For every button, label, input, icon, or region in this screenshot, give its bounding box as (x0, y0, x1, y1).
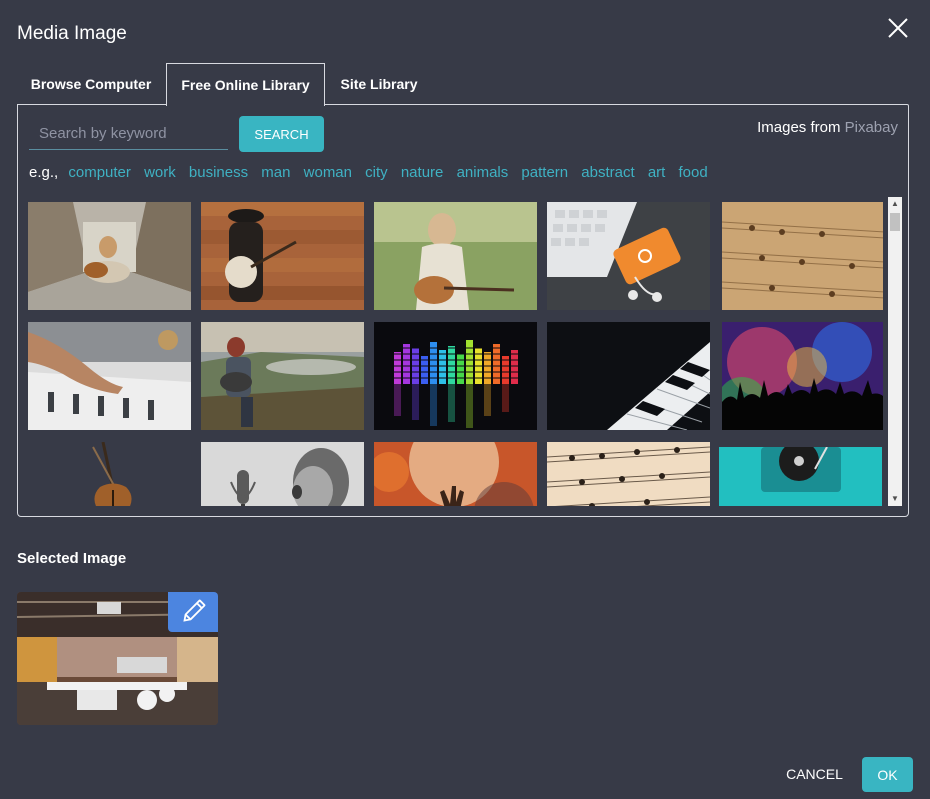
man-with-banjo-wood-wall-image[interactable] (201, 202, 364, 310)
man-with-guitar-on-rock-image[interactable] (201, 322, 364, 430)
source-link[interactable]: Pixabay (845, 119, 898, 136)
image-grid (28, 201, 883, 506)
ok-button[interactable]: OK (862, 757, 913, 792)
keyword-link[interactable]: work (144, 164, 176, 181)
equalizer-bars-image[interactable] (374, 322, 537, 430)
scroll-thumb[interactable] (890, 213, 900, 231)
sheet-music-parchment-image[interactable] (722, 202, 883, 310)
keyboard-phone-earphones-image[interactable] (547, 202, 710, 310)
keyword-link[interactable]: nature (401, 164, 444, 181)
keyword-link[interactable]: man (261, 164, 290, 181)
scroll-down-icon[interactable]: ▼ (888, 493, 902, 505)
mixing-console-hand-image[interactable] (28, 322, 191, 430)
close-icon[interactable] (884, 14, 912, 42)
keyword-link[interactable]: food (679, 164, 708, 181)
boy-singing-microphone-image[interactable] (201, 442, 364, 506)
piano-keys-image[interactable] (547, 322, 710, 430)
source-prefix: Images from (757, 119, 841, 136)
example-keywords: e.g., computer work business man woman c… (29, 164, 717, 181)
image-source: Images from Pixabay (757, 119, 898, 136)
tab-browse-computer[interactable]: Browse Computer (17, 63, 165, 105)
keyword-link[interactable]: abstract (581, 164, 634, 181)
concert-crowd-silhouette-image[interactable] (722, 322, 883, 430)
keyword-link[interactable]: business (189, 164, 248, 181)
library-panel: SEARCH Images from Pixabay e.g., compute… (17, 104, 909, 517)
tab-free-online-library[interactable]: Free Online Library (166, 63, 325, 106)
woman-with-guitar-on-bridge-image[interactable] (28, 202, 191, 310)
image-grid-scrollbar[interactable]: ▲ ▼ (888, 197, 902, 506)
search-input[interactable] (29, 118, 228, 150)
woman-with-guitar-in-field-image[interactable] (374, 202, 537, 310)
cancel-button[interactable]: CANCEL (782, 757, 847, 791)
examples-label: e.g., (29, 164, 59, 181)
selected-image-heading: Selected Image (17, 550, 127, 567)
keyword-link[interactable]: city (365, 164, 388, 181)
concert-hands-lights-image[interactable] (374, 442, 537, 506)
keyword-link[interactable]: woman (304, 164, 352, 181)
keyword-link[interactable]: computer (68, 164, 131, 181)
scroll-up-icon[interactable]: ▲ (888, 198, 902, 210)
keyword-link[interactable]: art (648, 164, 666, 181)
keyword-link[interactable]: animals (457, 164, 509, 181)
pencil-icon (183, 599, 206, 622)
tab-site-library[interactable]: Site Library (326, 63, 432, 105)
turntable-teal-image[interactable] (719, 447, 882, 506)
dialog-title: Media Image (17, 23, 127, 44)
search-button[interactable]: SEARCH (239, 116, 324, 152)
sheet-music-piano-image[interactable] (547, 442, 710, 506)
keyword-link[interactable]: pattern (521, 164, 568, 181)
violin-image[interactable] (28, 442, 191, 506)
edit-image-button[interactable] (168, 592, 218, 632)
